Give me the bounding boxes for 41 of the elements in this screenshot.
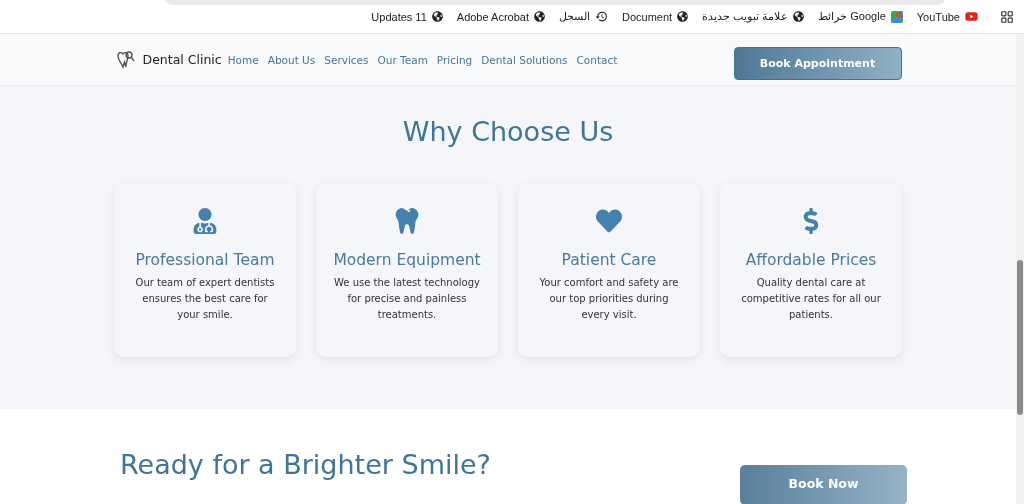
card-text: Quality dental care at competitive rates for all our patients.: [740, 276, 882, 322]
bookmark[interactable]: Adobe Acrobat: [456, 10, 545, 23]
heart-icon: [596, 208, 622, 234]
card-text: We use the latest technology for precise and painless treatments.: [333, 276, 481, 322]
book-now-button[interactable]: Book Now: [740, 465, 907, 504]
card-title: Patient Care: [561, 251, 657, 269]
tooth-icon: [394, 208, 420, 234]
maps-icon: [890, 10, 903, 23]
globe-icon: [431, 11, 443, 22]
nav-link[interactable]: Dental Solutions: [481, 53, 568, 66]
nav-link[interactable]: About Us: [267, 53, 316, 66]
history-icon: [594, 10, 608, 23]
card-title: Professional Team: [135, 251, 275, 269]
nav-link[interactable]: Pricing: [436, 53, 473, 66]
cta-title: Ready for a Brighter Smile?: [120, 449, 491, 480]
brand-name: Dental Clinic: [142, 52, 222, 67]
globe-icon: [793, 11, 805, 22]
section-title: Why Choose Us: [402, 116, 614, 147]
apps-grid-icon[interactable]: [1000, 9, 1014, 24]
bookmark[interactable]: Updates 11: [371, 10, 443, 23]
nav-link[interactable]: Our Team: [377, 53, 428, 66]
bookmark[interactable]: Document: [621, 10, 689, 23]
scrollbar[interactable]: [1016, 34, 1024, 504]
card-title: Affordable Prices: [745, 251, 877, 269]
card-text: Our team of expert dentists ensures the best care for your smile.: [134, 276, 276, 322]
bookmark[interactable]: علامة تبويب جديدة: [702, 10, 805, 23]
bookmark[interactable]: خرائط Google: [818, 10, 903, 23]
globe-icon: [533, 11, 545, 22]
tooth-logo-icon: [114, 49, 135, 70]
bookmark[interactable]: YouTube: [916, 10, 978, 23]
card-text: Your comfort and safety are our top priorities during every visit.: [538, 276, 680, 322]
nav-link[interactable]: Services: [324, 53, 369, 66]
nav-link[interactable]: Home: [227, 53, 259, 66]
scrollbar-thumb[interactable]: [1017, 260, 1023, 415]
bookmark[interactable]: السجل: [558, 10, 608, 23]
youtube-icon: [965, 10, 978, 23]
globe-icon: [677, 11, 689, 22]
card-title: Modern Equipment: [333, 251, 481, 269]
doctor-icon: [192, 208, 218, 234]
book-appointment-button[interactable]: Book Appointment: [733, 47, 902, 80]
nav-link[interactable]: Contact: [576, 53, 618, 66]
